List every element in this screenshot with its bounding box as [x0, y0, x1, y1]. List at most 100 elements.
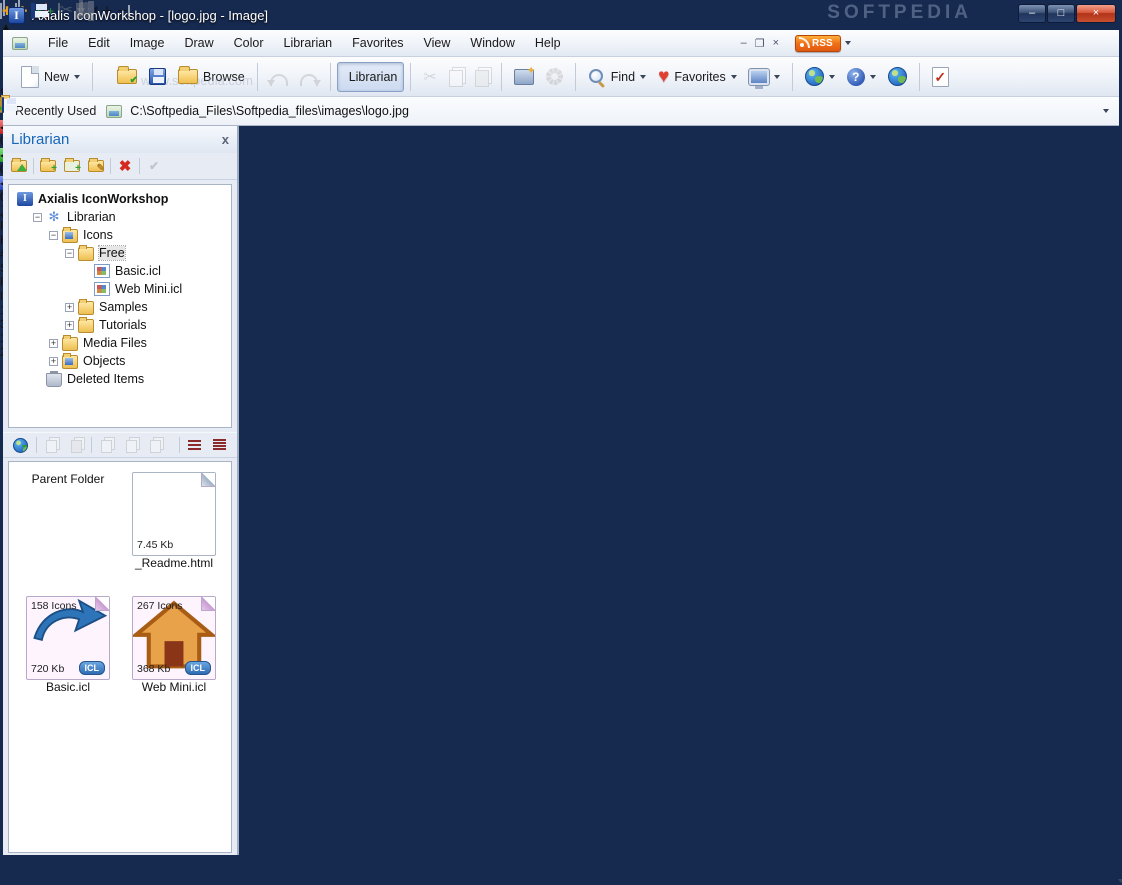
mdi-close-icon[interactable]: ×: [773, 37, 779, 49]
menu-item-color[interactable]: Color: [224, 31, 274, 56]
mdi-minimize-icon[interactable]: –: [741, 37, 747, 49]
tree-item-icons[interactable]: −Icons: [9, 226, 231, 244]
rss-dropdown-icon[interactable]: [845, 41, 851, 45]
download-button[interactable]: [882, 62, 913, 92]
cut-button[interactable]: ✂: [417, 62, 442, 92]
folder-up-button[interactable]: [9, 157, 29, 175]
extract-item-button[interactable]: [121, 436, 141, 454]
cut-image-button[interactable]: ✂: [60, 4, 73, 18]
copy-icon: [449, 70, 463, 87]
menu-item-draw[interactable]: Draw: [174, 31, 223, 56]
menu-item-help[interactable]: Help: [525, 31, 571, 56]
menu-item-file[interactable]: File: [38, 31, 78, 56]
tree-item-axialis-iconworkshop[interactable]: IAxialis IconWorkshop: [9, 190, 231, 208]
tree-item-samples[interactable]: +Samples: [9, 298, 231, 316]
menu-item-view[interactable]: View: [414, 31, 461, 56]
new-page-icon: [21, 66, 39, 88]
delete-button[interactable]: ✖: [115, 157, 135, 175]
tree-item-deleted-items[interactable]: Deleted Items: [9, 370, 231, 388]
web-dropdown-icon[interactable]: [829, 75, 835, 79]
apply-button[interactable]: ✔: [144, 157, 164, 175]
mdi-restore-icon[interactable]: ❐: [755, 37, 765, 50]
tree-item-librarian[interactable]: −✻Librarian: [9, 208, 231, 226]
save-palette-button[interactable]: [2, 97, 4, 113]
tree-item-web-mini-icl[interactable]: Web Mini.icl: [9, 280, 231, 298]
view-list-button[interactable]: [185, 436, 205, 454]
display-dropdown-icon[interactable]: [774, 75, 780, 79]
file-card: 158 Icons720 KbICL: [26, 596, 110, 680]
collapse-icon[interactable]: −: [65, 249, 74, 258]
copy-file-button[interactable]: [42, 436, 62, 454]
expand-icon[interactable]: +: [65, 303, 74, 312]
file-type-badge: HTM: [182, 539, 212, 551]
rss-button[interactable]: RSS: [795, 35, 841, 52]
file-type-badge: ICL: [79, 661, 106, 675]
file-item-web-mini-icl[interactable]: 267 Icons368 KbICLWeb Mini.icl: [121, 596, 227, 720]
file-item-basic-icl[interactable]: 158 Icons720 KbICLBasic.icl: [15, 596, 121, 720]
tree-item-free[interactable]: −Free: [9, 244, 231, 262]
layers-button[interactable]: [88, 4, 94, 18]
tree-item-label: Tutorials: [99, 318, 146, 332]
recently-used-label: Recently Used: [15, 104, 96, 118]
gear-icon: [546, 68, 563, 85]
close-button[interactable]: ×: [1076, 4, 1116, 23]
file-path[interactable]: C:\Softpedia_Files\Softpedia_files\image…: [130, 104, 409, 118]
expand-icon[interactable]: +: [65, 321, 74, 330]
file-card: 267 Icons368 KbICL: [132, 596, 216, 680]
display-button[interactable]: [743, 62, 786, 92]
redo-button[interactable]: [294, 62, 324, 92]
menu-item-librarian[interactable]: Librarian: [274, 31, 343, 56]
help-button[interactable]: ?: [841, 62, 882, 92]
web-button[interactable]: [799, 62, 841, 92]
view-details-button[interactable]: [209, 436, 229, 454]
paste-button[interactable]: [469, 62, 495, 92]
collapse-icon[interactable]: −: [49, 231, 58, 240]
search-library-button[interactable]: [168, 157, 188, 175]
file-browser-toolbar: [3, 432, 237, 458]
minimize-button[interactable]: –: [1018, 4, 1046, 23]
convert-item-button[interactable]: [146, 436, 166, 454]
web-folder-button[interactable]: [11, 436, 31, 454]
check-update-button[interactable]: ✓: [926, 62, 955, 92]
options-button[interactable]: [540, 62, 569, 92]
favorites-dropdown-icon[interactable]: [731, 75, 737, 79]
new-library-from-file-button[interactable]: +: [62, 157, 82, 175]
wizard-button[interactable]: [508, 62, 540, 92]
tree-item-objects[interactable]: +Objects: [9, 352, 231, 370]
menu-item-window[interactable]: Window: [460, 31, 524, 56]
help-dropdown-icon[interactable]: [870, 75, 876, 79]
save-as-button[interactable]: +: [33, 3, 42, 19]
tree-item-tutorials[interactable]: + Tutorials: [9, 316, 231, 334]
expand-icon[interactable]: +: [49, 357, 58, 366]
find-button[interactable]: Find: [582, 62, 652, 92]
new-from-image-button[interactable]: [99, 62, 111, 92]
document-icon: [12, 37, 28, 50]
tree-item-media-files[interactable]: +Media Files: [9, 334, 231, 352]
open-button[interactable]: ✔: [111, 62, 143, 92]
new-button[interactable]: New: [15, 62, 86, 92]
librarian-toggle-button[interactable]: Librarian: [337, 62, 405, 92]
copy-button[interactable]: [443, 62, 469, 92]
add-item-button[interactable]: [97, 436, 117, 454]
file-item-parent-folder[interactable]: Parent Folder: [15, 472, 121, 596]
tree-item-basic-icl[interactable]: Basic.icl: [9, 262, 231, 280]
file-item--readme-html[interactable]: 7.45 KbHTM_Readme.html: [121, 472, 227, 596]
paste-file-button[interactable]: [66, 436, 86, 454]
new-dropdown-icon[interactable]: [74, 75, 80, 79]
wizard-icon: [514, 69, 534, 85]
menu-item-image[interactable]: Image: [120, 31, 175, 56]
edit-library-button[interactable]: ✎: [86, 157, 106, 175]
maximize-button[interactable]: □: [1047, 4, 1075, 23]
globe-icon: [805, 67, 824, 86]
menu-item-favorites[interactable]: Favorites: [342, 31, 413, 56]
panel-close-icon[interactable]: x: [222, 132, 229, 147]
favorites-button[interactable]: ♥ Favorites: [652, 62, 743, 92]
undo-button[interactable]: [264, 62, 294, 92]
new-library-button[interactable]: +: [38, 157, 58, 175]
collapse-icon[interactable]: −: [33, 213, 42, 222]
address-dropdown-icon[interactable]: [1103, 109, 1109, 113]
tree-item-label: Basic.icl: [115, 264, 161, 278]
expand-icon[interactable]: +: [49, 339, 58, 348]
find-dropdown-icon[interactable]: [640, 75, 646, 79]
menu-item-edit[interactable]: Edit: [78, 31, 120, 56]
